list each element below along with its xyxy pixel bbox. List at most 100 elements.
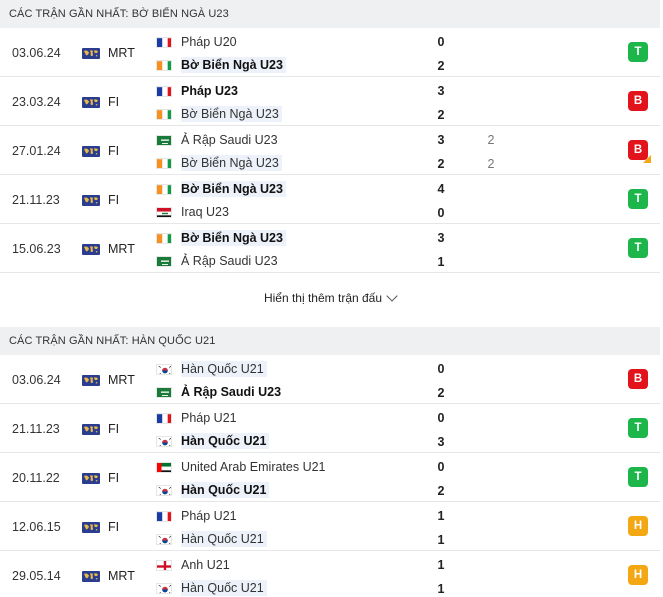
world-map-icon xyxy=(82,375,100,386)
world-map-icon xyxy=(82,244,100,255)
home-score: 4 xyxy=(437,182,445,196)
iq-flag-icon xyxy=(156,206,172,218)
match-row[interactable]: 23.03.24 FI Pháp U23 Bờ Biển Ngà U23 3 2… xyxy=(0,77,660,126)
team-away[interactable]: Ả Rập Saudi U23 xyxy=(156,252,281,270)
match-row[interactable]: 21.11.23 FI Pháp U21 Hàn Quốc U21 0 3 T xyxy=(0,404,660,453)
team-name: Pháp U20 xyxy=(181,35,237,49)
recent-matches-widget: CÁC TRẬN GẦN NHẤT: BỜ BIỂN NGÀ U23 03.06… xyxy=(0,0,663,597)
competition-name: MRT xyxy=(108,373,135,387)
team-name: Anh U21 xyxy=(181,558,230,572)
match-row[interactable]: 21.11.23 FI Bờ Biển Ngà U23 Iraq U23 4 0… xyxy=(0,175,660,224)
sa-flag-icon xyxy=(156,134,172,146)
result-badge: B xyxy=(628,140,651,163)
match-date: 21.11.23 xyxy=(12,422,60,436)
team-name: Hàn Quốc U21 xyxy=(181,531,267,547)
result-badge: H xyxy=(628,516,648,536)
show-more-row: Hiển thị thêm trận đấu xyxy=(0,273,660,322)
match-row[interactable]: 12.06.15 FI Pháp U21 Hàn Quốc U21 1 1 H xyxy=(0,502,660,551)
team-away[interactable]: Bờ Biển Ngà U23 xyxy=(156,105,282,123)
match-date: 03.06.24 xyxy=(12,46,61,60)
team-name: Bờ Biển Ngà U23 xyxy=(181,155,282,171)
away-score: 3 xyxy=(437,435,445,449)
ae-flag-icon xyxy=(156,461,172,473)
match-row[interactable]: 20.11.22 FI United Arab Emirates U21 Hàn… xyxy=(0,453,660,502)
away-score: 2 xyxy=(437,157,445,171)
team-away[interactable]: Hàn Quốc U21 xyxy=(156,530,267,548)
team-name: Ả Rập Saudi U23 xyxy=(181,385,282,399)
result-letter: B xyxy=(633,95,643,107)
team-home[interactable]: Pháp U23 xyxy=(156,82,241,100)
team-home[interactable]: Pháp U20 xyxy=(156,33,240,51)
match-row[interactable]: 15.06.23 MRT Bờ Biển Ngà U23 Ả Rập Saudi… xyxy=(0,224,660,273)
match-row[interactable]: 29.05.14 MRT Anh U21 Hàn Quốc U21 1 1 H xyxy=(0,551,660,597)
world-map-icon xyxy=(82,146,100,157)
kr-flag-icon xyxy=(156,484,172,496)
away-score: 2 xyxy=(437,484,445,498)
match-date: 03.06.24 xyxy=(12,373,61,387)
ci-flag-icon xyxy=(156,157,172,169)
world-map-icon xyxy=(82,571,100,582)
team-home[interactable]: Pháp U21 xyxy=(156,507,240,525)
kr-flag-icon xyxy=(156,435,172,447)
match-row[interactable]: 27.01.24 FI Ả Rập Saudi U23 Bờ Biển Ngà … xyxy=(0,126,660,175)
home-score: 0 xyxy=(437,35,445,49)
team-name: United Arab Emirates U21 xyxy=(181,460,326,474)
team-away[interactable]: Hàn Quốc U21 xyxy=(156,481,270,499)
team-away[interactable]: Iraq U23 xyxy=(156,203,232,221)
match-date: 15.06.23 xyxy=(12,242,61,256)
result-badge: T xyxy=(628,418,648,438)
team-away[interactable]: Hàn Quốc U21 xyxy=(156,579,267,597)
team-home[interactable]: Bờ Biển Ngà U23 xyxy=(156,180,286,198)
section-header: CÁC TRẬN GẦN NHẤT: BỜ BIỂN NGÀ U23 xyxy=(0,0,660,28)
penalty-score: 2 xyxy=(487,157,495,171)
team-home[interactable]: Ả Rập Saudi U23 xyxy=(156,131,281,149)
kr-flag-icon xyxy=(156,363,172,375)
match-row[interactable]: 03.06.24 MRT Pháp U20 Bờ Biển Ngà U23 0 … xyxy=(0,28,660,77)
match-date: 23.03.24 xyxy=(12,95,61,109)
result-letter: T xyxy=(634,193,642,205)
team-name: Bờ Biển Ngà U23 xyxy=(181,57,286,73)
home-score: 0 xyxy=(437,411,445,425)
result-letter: H xyxy=(633,520,643,532)
team-home[interactable]: Pháp U21 xyxy=(156,409,240,427)
match-date: 20.11.22 xyxy=(12,471,60,485)
team-home[interactable]: Bờ Biển Ngà U23 xyxy=(156,229,286,247)
team-name: Pháp U23 xyxy=(181,84,238,98)
result-badge: T xyxy=(628,42,648,62)
en-flag-icon xyxy=(156,559,172,571)
home-score: 0 xyxy=(437,362,445,376)
team-home[interactable]: Hàn Quốc U21 xyxy=(156,360,267,378)
result-letter: B xyxy=(633,373,643,385)
result-badge: H xyxy=(628,565,648,585)
fr-flag-icon xyxy=(156,36,172,48)
team-name: Bờ Biển Ngà U23 xyxy=(181,230,286,246)
penalty-score: 2 xyxy=(487,133,495,147)
competition-name: MRT xyxy=(108,46,135,60)
world-map-icon xyxy=(82,473,100,484)
home-score: 0 xyxy=(437,460,445,474)
team-away[interactable]: Bờ Biển Ngà U23 xyxy=(156,56,286,74)
show-more-button[interactable]: Hiển thị thêm trận đấu xyxy=(264,289,398,305)
team-away[interactable]: Bờ Biển Ngà U23 xyxy=(156,154,282,172)
away-score: 1 xyxy=(437,582,445,596)
kr-flag-icon xyxy=(156,533,172,545)
result-letter: T xyxy=(634,242,642,254)
world-map-icon xyxy=(82,424,100,435)
team-name: Bờ Biển Ngà U23 xyxy=(181,181,286,197)
home-score: 1 xyxy=(437,509,445,523)
competition-name: FI xyxy=(108,520,120,534)
result-badge: T xyxy=(628,238,648,258)
match-row[interactable]: 03.06.24 MRT Hàn Quốc U21 Ả Rập Saudi U2… xyxy=(0,355,660,404)
competition-name: FI xyxy=(108,193,120,207)
chevron-down-icon xyxy=(386,289,398,302)
team-away[interactable]: Ả Rập Saudi U23 xyxy=(156,383,284,401)
team-home[interactable]: United Arab Emirates U21 xyxy=(156,458,329,476)
away-score: 0 xyxy=(437,206,445,220)
team-name: Pháp U21 xyxy=(181,509,237,523)
fr-flag-icon xyxy=(156,412,172,424)
team-home[interactable]: Anh U21 xyxy=(156,556,233,574)
team-away[interactable]: Hàn Quốc U21 xyxy=(156,432,270,450)
away-score: 1 xyxy=(437,255,445,269)
match-date: 27.01.24 xyxy=(12,144,61,158)
sa-flag-icon xyxy=(156,386,172,398)
